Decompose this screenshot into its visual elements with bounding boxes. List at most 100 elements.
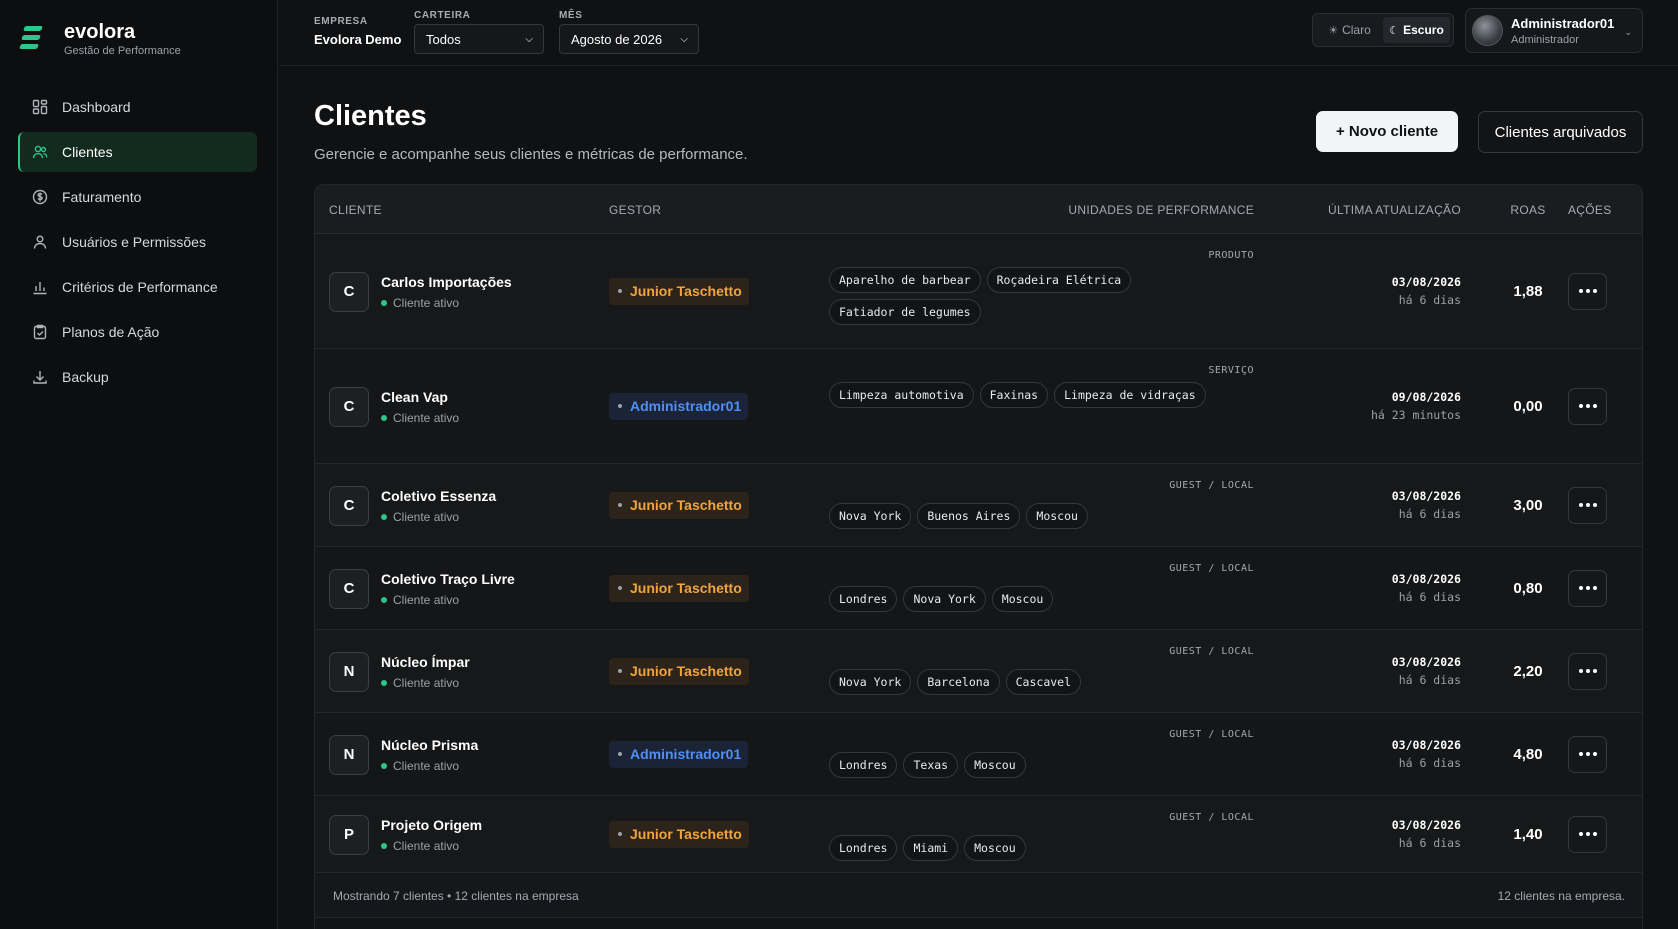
unit-type-label: GUEST / LOCAL: [1169, 646, 1254, 657]
unit-chip: Moscou: [964, 752, 1026, 778]
client-name[interactable]: Projeto Origem: [381, 817, 482, 833]
more-dots-icon: [1578, 669, 1583, 673]
chevron-down-icon: ⌵: [525, 33, 533, 45]
gestor-badge[interactable]: Junior Taschetto: [609, 820, 749, 848]
table-row[interactable]: C Carlos Importações Cliente ativo Junio…: [315, 234, 1642, 349]
sidebar-item-dashboard[interactable]: Dashboard: [18, 87, 257, 127]
sidebar-item-label: Backup: [62, 369, 109, 385]
row-actions-button[interactable]: [1568, 569, 1607, 607]
more-dot: [1592, 832, 1597, 836]
unit-chips: Nova York Buenos Aires Moscou: [829, 503, 1249, 529]
gestor-badge[interactable]: Junior Taschetto: [609, 491, 749, 519]
more-dot: [1592, 289, 1597, 293]
theme-dark-label: Escuro: [1403, 23, 1444, 37]
client-status-label: Cliente ativo: [393, 758, 460, 773]
theme-light-button[interactable]: ☀ Claro: [1316, 17, 1383, 43]
row-actions-button[interactable]: [1568, 272, 1607, 310]
carteira-select[interactable]: Todos ⌵: [414, 24, 544, 54]
table-row[interactable]: C Coletivo Traço Livre Cliente ativo Jun…: [315, 547, 1642, 630]
table-row[interactable]: P Projeto Origem Cliente ativo Junior Ta…: [315, 796, 1642, 873]
client-name[interactable]: Carlos Importações: [381, 274, 512, 290]
unit-chips: Limpeza automotiva Faxinas Limpeza de vidr…: [829, 382, 1249, 408]
brand[interactable]: evolora Gestão de Performance: [19, 20, 181, 57]
last-update: 03/08/2026 há 6 dias: [1392, 572, 1461, 604]
carteira-select-value: Todos: [426, 31, 461, 47]
table-row[interactable]: N Núcleo Prisma Cliente ativo Administra…: [315, 713, 1642, 796]
more-dot: [1592, 752, 1597, 756]
user-menu[interactable]: Administrador01 Administrador ⌄: [1465, 8, 1643, 53]
theme-toggle: ☀ Claro ☾ Escuro: [1312, 13, 1454, 47]
roas-value: 0,80: [1513, 579, 1543, 597]
table-row[interactable]: C Coletivo Essenza Cliente ativo Junior …: [315, 464, 1642, 547]
gestor-badge[interactable]: Junior Taschetto: [609, 574, 749, 602]
gestor-name: Junior Taschetto: [630, 826, 742, 842]
sidebar-item-label: Planos de Ação: [62, 324, 160, 340]
avatar: [1472, 15, 1503, 46]
chevron-down-icon: ⌄: [1624, 27, 1632, 37]
gestor-badge[interactable]: Administrador01: [609, 392, 749, 420]
last-update-date: 03/08/2026: [1391, 654, 1461, 669]
row-actions-button[interactable]: [1568, 735, 1607, 773]
unit-chip: Faxinas: [979, 382, 1049, 408]
client-name[interactable]: Núcleo Ímpar: [381, 654, 470, 670]
more-dot: [1585, 586, 1590, 590]
client-name[interactable]: Clean Vap: [381, 389, 448, 405]
sidebar-item-clientes[interactable]: Clientes: [18, 132, 257, 172]
gestor-badge[interactable]: Administrador01: [609, 740, 749, 768]
client-status: Cliente ativo: [381, 759, 459, 773]
column-cliente[interactable]: CLIENTE: [329, 203, 382, 217]
sidebar-item-criterios[interactable]: Critérios de Performance: [18, 267, 257, 307]
theme-dark-button[interactable]: ☾ Escuro: [1383, 17, 1450, 43]
row-actions-button[interactable]: [1568, 815, 1607, 853]
mes-select[interactable]: Agosto de 2026 ⌵: [559, 24, 699, 54]
brand-name: evolora: [64, 21, 136, 43]
sidebar-nav: Dashboard Clientes Faturamento Usuários …: [18, 87, 257, 402]
client-status-label: Cliente ativo: [393, 509, 460, 524]
footer-total-count: 12 clientes na empresa.: [1497, 889, 1625, 903]
gestor-name: Administrador01: [630, 746, 742, 762]
roas-value: 4,80: [1513, 745, 1543, 763]
user-name: Administrador01: [1511, 15, 1615, 31]
status-dot-icon: [381, 513, 387, 520]
client-status: Cliente ativo: [381, 510, 459, 524]
archived-clients-button[interactable]: Clientes arquivados: [1478, 111, 1643, 153]
empresa-block: EMPRESA Evolora Demo: [314, 16, 401, 47]
more-dots-icon: [1578, 289, 1583, 293]
client-name[interactable]: Coletivo Traço Livre: [381, 571, 515, 587]
unit-chip: Texas: [903, 752, 959, 778]
row-actions-button[interactable]: [1568, 652, 1607, 690]
sidebar-item-label: Faturamento: [62, 189, 142, 205]
unit-type-label: GUEST / LOCAL: [1169, 480, 1254, 491]
unit-chip: Miami: [903, 835, 959, 861]
gestor-dot-icon: [618, 503, 622, 507]
sidebar-item-faturamento[interactable]: Faturamento: [18, 177, 257, 217]
gestor-badge[interactable]: Junior Taschetto: [609, 277, 749, 305]
table-row[interactable]: C Clean Vap Cliente ativo Administrador0…: [315, 349, 1642, 464]
row-actions-button[interactable]: [1568, 387, 1607, 425]
sidebar-item-label: Clientes: [62, 144, 113, 160]
unit-chips: Londres Nova York Moscou: [829, 586, 1249, 612]
column-roas[interactable]: ROAS: [1498, 203, 1558, 217]
sidebar-item-planos[interactable]: Planos de Ação: [18, 312, 257, 352]
roas-value: 1,40: [1513, 825, 1543, 843]
table-row[interactable]: N Núcleo Ímpar Cliente ativo Junior Tasc…: [315, 630, 1642, 713]
row-actions-button[interactable]: [1568, 486, 1607, 524]
new-client-button[interactable]: + Novo cliente: [1316, 111, 1458, 152]
sidebar-item-usuarios[interactable]: Usuários e Permissões: [18, 222, 257, 262]
last-update-date: 03/08/2026: [1391, 737, 1461, 752]
sidebar-item-backup[interactable]: Backup: [18, 357, 257, 397]
client-name[interactable]: Núcleo Prisma: [381, 737, 478, 753]
column-unidades[interactable]: UNIDADES DE PERFORMANCE: [1068, 203, 1254, 217]
mes-select-value: Agosto de 2026: [571, 31, 663, 47]
client-name[interactable]: Coletivo Essenza: [381, 488, 496, 504]
unit-chip: Moscou: [1026, 503, 1088, 529]
unit-chip: Nova York: [829, 503, 912, 529]
dollar-icon: [32, 189, 48, 205]
column-gestor[interactable]: GESTOR: [609, 203, 661, 217]
unit-type-label: SERVIÇO: [1208, 365, 1254, 376]
more-dot: [1592, 669, 1597, 673]
unit-chip: Nova York: [903, 586, 986, 612]
column-ultima-atualizacao[interactable]: ÚLTIMA ATUALIZAÇÃO: [1328, 203, 1461, 217]
gestor-badge[interactable]: Junior Taschetto: [609, 657, 749, 685]
page-title: Clientes: [314, 100, 427, 132]
